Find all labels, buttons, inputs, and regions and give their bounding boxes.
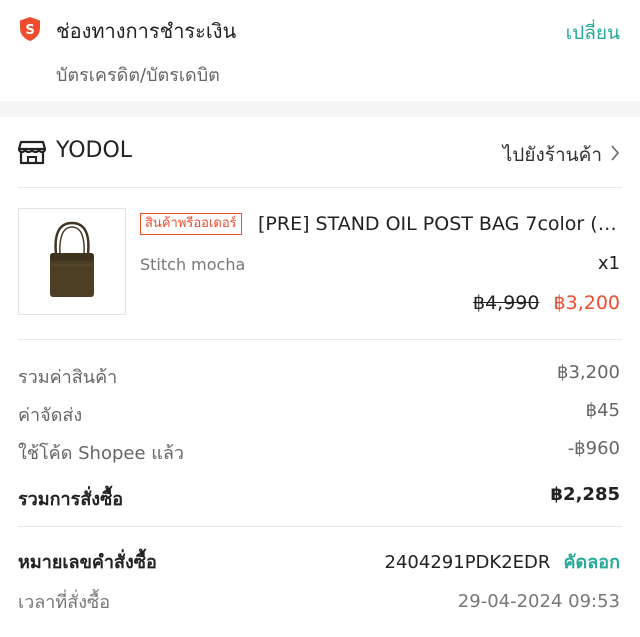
shop-icon [17, 139, 47, 169]
order-number-row: หมายเลขคำสั่งซื้อ 2404291PDK2EDR คัดลอก [18, 547, 620, 576]
svg-text:S: S [25, 23, 34, 38]
shipping-value: ฿45 [585, 400, 620, 421]
subtotal-label: รวมค่าสินค้า [18, 367, 118, 388]
payment-method-section: S ช่องทางการชำระเงิน เปลี่ยน บัตรเครดิต/… [0, 0, 640, 101]
voucher-row: ใช้โค้ด Shopee แล้ว -฿960 [18, 438, 620, 467]
sale-price: ฿3,200 [553, 292, 620, 314]
voucher-label: ใช้โค้ด Shopee แล้ว [18, 443, 185, 464]
product-name[interactable]: [PRE] STAND OIL POST BAG 7color (Stitch … [258, 213, 624, 235]
go-to-shop-label: ไปยังร้านค้า [502, 144, 602, 166]
change-payment-button[interactable]: เปลี่ยน [566, 18, 620, 48]
divider [18, 187, 622, 188]
payment-method-value: บัตรเครดิต/บัตรเดบิต [56, 65, 220, 86]
preorder-badge: สินค้าพรีออเดอร์ [140, 213, 242, 235]
order-total-label: รวมการสั่งซื้อ [18, 489, 124, 510]
shipping-label: ค่าจัดส่ง [18, 405, 83, 426]
order-time-label: เวลาที่สั่งซื้อ [18, 592, 111, 613]
subtotal-value: ฿3,200 [557, 362, 620, 383]
product-image[interactable] [18, 208, 126, 315]
chevron-right-icon [610, 144, 620, 166]
shield-icon: S [18, 16, 42, 46]
order-total-row: รวมการสั่งซื้อ ฿2,285 [18, 484, 620, 513]
order-time-row: เวลาที่สั่งซื้อ 29-04-2024 09:53 [18, 587, 620, 616]
order-total-value: ฿2,285 [550, 484, 620, 505]
subtotal-row: รวมค่าสินค้า ฿3,200 [18, 362, 620, 391]
go-to-shop-link[interactable]: ไปยังร้านค้า [503, 140, 620, 170]
order-number-value: 2404291PDK2EDR [384, 552, 551, 573]
shipping-row: ค่าจัดส่ง ฿45 [18, 400, 620, 429]
voucher-value: -฿960 [567, 438, 620, 459]
divider [18, 526, 622, 527]
payment-method-title: ช่องทางการชำระเงิน [56, 19, 237, 43]
copy-button[interactable]: คัดลอก [564, 552, 620, 573]
order-time-value: 29-04-2024 09:53 [457, 591, 620, 612]
product-prices: ฿4,990 ฿3,200 [473, 292, 620, 314]
shop-row: YODOL ไปยังร้านค้า [0, 117, 640, 187]
shop-name: YODOL [56, 138, 133, 163]
product-quantity: x1 [597, 253, 620, 274]
order-section: YODOL ไปยังร้านค้า สินค้าพรีออเดอร์ [PRE… [0, 117, 640, 637]
product-variant: Stitch mocha [140, 255, 246, 274]
order-number-label: หมายเลขคำสั่งซื้อ [18, 552, 157, 573]
original-price: ฿4,990 [472, 292, 540, 314]
divider [18, 339, 622, 340]
